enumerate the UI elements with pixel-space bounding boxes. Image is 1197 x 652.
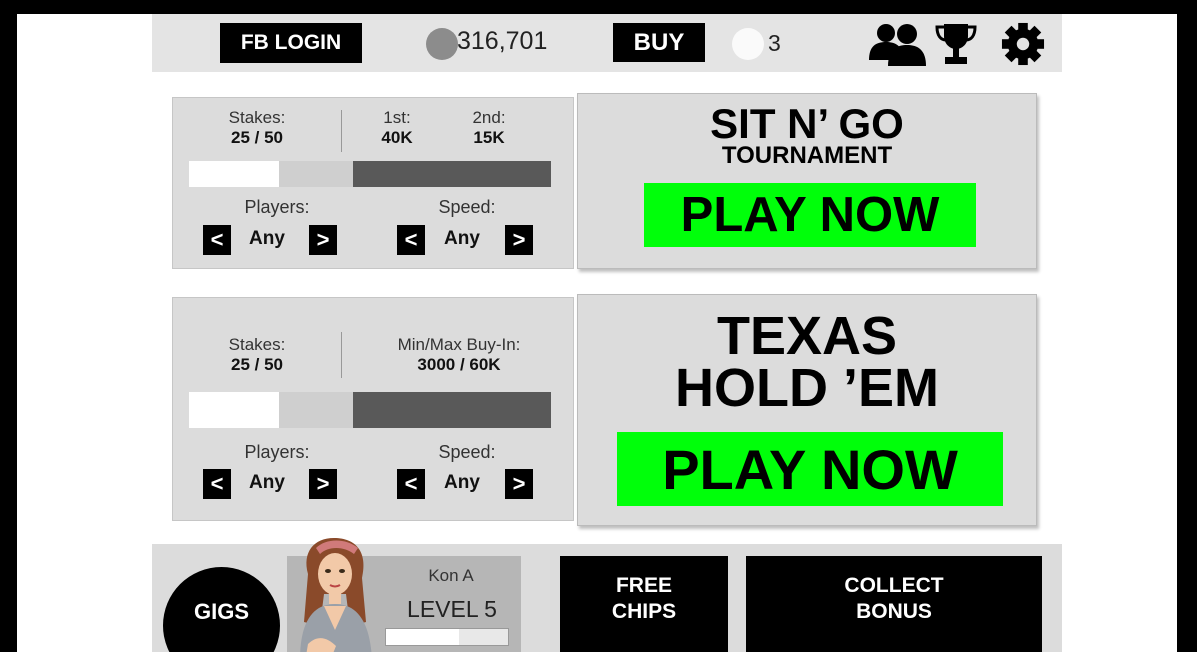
- player-name: Kon A: [428, 566, 474, 585]
- app-window: FB LOGIN 316,701 BUY 3 Stakes: 25 / 50 1…: [17, 14, 1177, 652]
- stakes-label: Stakes:: [228, 335, 286, 354]
- speed-next-button[interactable]: >: [505, 225, 533, 255]
- speed-value: Any: [444, 228, 480, 249]
- free-chips-line1: FREE: [615, 574, 672, 597]
- fb-login-button[interactable]: FB LOGIN: [220, 23, 362, 63]
- tournament-subtitle: TOURNAMENT: [721, 142, 893, 169]
- first-prize-label: 1st:: [383, 108, 411, 127]
- texas-title-line1: TEXAS: [716, 306, 898, 366]
- ticket-count: 3: [768, 30, 781, 56]
- level-progress-bar: [385, 628, 509, 646]
- players-prev-button[interactable]: <: [203, 225, 231, 255]
- divider: [341, 332, 342, 378]
- gigs-button[interactable]: GIGS: [163, 567, 280, 652]
- sit-n-go-card: SIT N’ GO TOURNAMENT PLAY NOW: [577, 93, 1037, 269]
- divider: [341, 110, 342, 152]
- player-level: LEVEL 5: [407, 596, 497, 622]
- sit-n-go-settings: Stakes: 25 / 50 1st: 40K 2nd: 15K Player…: [172, 97, 574, 269]
- second-prize-label: 2nd:: [472, 108, 506, 127]
- slider-dark-range: [353, 392, 551, 428]
- collect-bonus-line2: BONUS: [856, 600, 932, 623]
- buy-button[interactable]: BUY: [613, 23, 705, 62]
- free-chips-line2: CHIPS: [611, 600, 677, 623]
- free-chips-button[interactable]: FREE CHIPS: [560, 556, 728, 652]
- speed-label: Speed:: [438, 442, 496, 462]
- gear-icon[interactable]: [1000, 22, 1046, 66]
- slider-handle[interactable]: [189, 161, 279, 187]
- stakes-label: Stakes:: [228, 108, 286, 127]
- players-next-button[interactable]: >: [309, 469, 337, 499]
- second-prize-value: 15K: [473, 128, 505, 147]
- player-avatar: [300, 538, 372, 652]
- players-value: Any: [249, 472, 285, 493]
- first-prize-value: 40K: [381, 128, 413, 147]
- stakes-slider[interactable]: [189, 161, 551, 187]
- sit-n-go-row: Stakes: 25 / 50 1st: 40K 2nd: 15K Player…: [152, 76, 1062, 282]
- stakes-value: 25 / 50: [231, 355, 283, 374]
- players-value: Any: [249, 228, 285, 249]
- collect-bonus-line1: COLLECT: [844, 574, 944, 597]
- level-progress-fill: [386, 629, 460, 645]
- chip-balance: 316,701: [457, 27, 548, 55]
- speed-label: Speed:: [438, 197, 496, 217]
- texas-title-line2: HOLD ’EM: [675, 358, 939, 418]
- texas-holdem-card: TEXAS HOLD ’EM PLAY NOW: [577, 294, 1037, 526]
- ticket-coin-icon: [732, 28, 764, 60]
- players-prev-button[interactable]: <: [203, 469, 231, 499]
- buy-in-value: 3000 / 60K: [417, 355, 501, 374]
- slider-dark-range: [353, 161, 551, 187]
- bottom-bar: GIGS Kon A LEVEL 5 FREE CHIPS COLLECT BO…: [152, 538, 1062, 652]
- sit-n-go-title: SIT N’ GO: [710, 100, 904, 147]
- speed-prev-button[interactable]: <: [397, 469, 425, 499]
- players-next-button[interactable]: >: [309, 225, 337, 255]
- players-label: Players:: [244, 442, 310, 462]
- stakes-slider[interactable]: [189, 392, 551, 428]
- texas-holdem-settings: Stakes: 25 / 50 Min/Max Buy-In: 3000 / 6…: [172, 297, 574, 521]
- trophy-icon[interactable]: [934, 22, 978, 66]
- speed-prev-button[interactable]: <: [397, 225, 425, 255]
- collect-bonus-button[interactable]: COLLECT BONUS: [746, 556, 1042, 652]
- players-label: Players:: [244, 197, 310, 217]
- top-bar: FB LOGIN 316,701 BUY 3: [152, 14, 1062, 72]
- stakes-value: 25 / 50: [231, 128, 283, 147]
- friends-icon[interactable]: [866, 22, 928, 66]
- buy-in-label: Min/Max Buy-In:: [397, 335, 521, 354]
- slider-handle[interactable]: [189, 392, 279, 428]
- sit-n-go-play-now-button[interactable]: PLAY NOW: [644, 183, 976, 247]
- chip-coin-icon: [426, 28, 458, 60]
- texas-holdem-play-now-button[interactable]: PLAY NOW: [617, 432, 1003, 506]
- texas-holdem-row: Stakes: 25 / 50 Min/Max Buy-In: 3000 / 6…: [152, 292, 1062, 546]
- speed-value: Any: [444, 472, 480, 493]
- game-lobby-screen: FB LOGIN 316,701 BUY 3 Stakes: 25 / 50 1…: [152, 14, 1062, 652]
- speed-next-button[interactable]: >: [505, 469, 533, 499]
